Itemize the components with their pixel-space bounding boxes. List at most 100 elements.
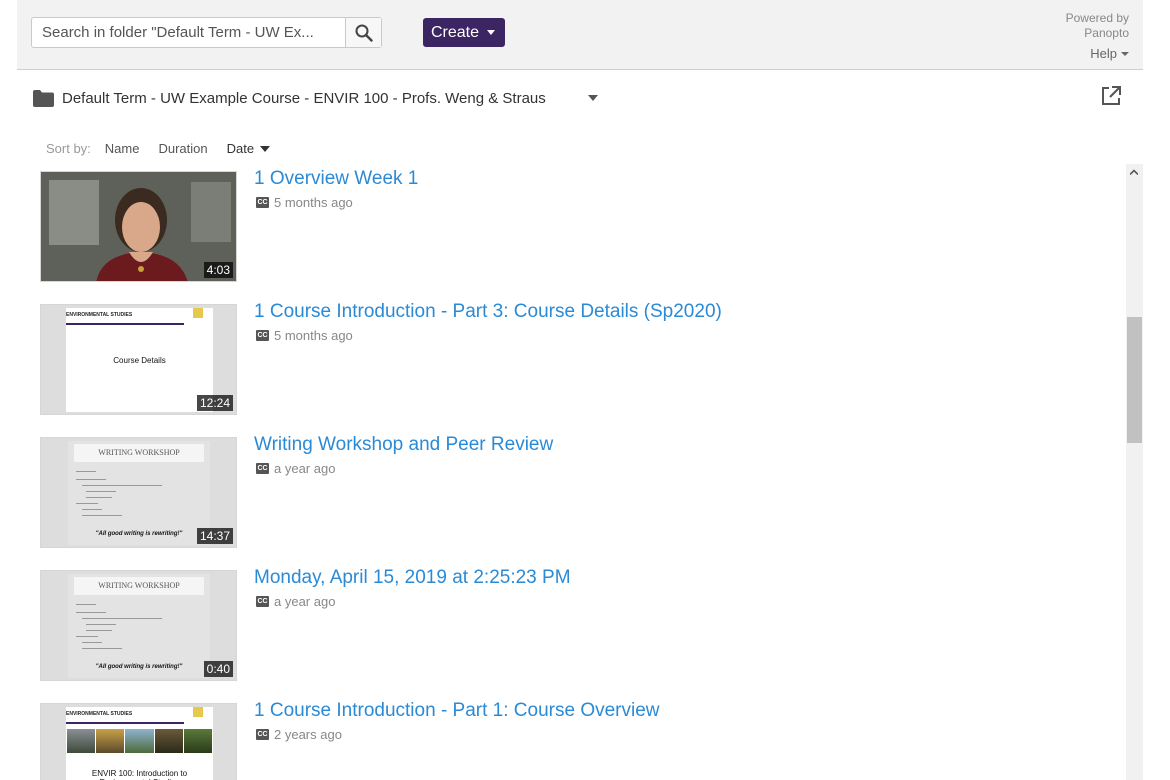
slide-line xyxy=(76,479,106,480)
slide-line xyxy=(76,471,96,472)
session-thumbnail[interactable]: ENVIRONMENTAL STUDIES Course Details 12:… xyxy=(40,304,237,415)
sort-date-label: Date xyxy=(226,141,255,156)
scroll-up-arrow-icon[interactable] xyxy=(1130,169,1138,175)
slide-image: WRITING WORKSHOP "All good writing is re… xyxy=(68,574,210,678)
slide-line xyxy=(82,648,122,649)
captions-icon: CC xyxy=(256,197,269,208)
slide-rule xyxy=(66,722,184,724)
slide-quote: "All good writing is rewriting!" xyxy=(95,531,183,537)
session-thumbnail[interactable]: 4:03 xyxy=(40,171,237,282)
slide-header: WRITING WORKSHOP xyxy=(74,444,204,462)
session-meta: CC 5 months ago xyxy=(256,195,353,210)
list-item: 4:03 1 Overview Week 1 CC 5 months ago xyxy=(40,164,1126,282)
folder-icon xyxy=(33,89,54,107)
slide-text: Course Details xyxy=(113,356,166,365)
session-age: a year ago xyxy=(274,594,336,609)
create-button[interactable]: Create xyxy=(423,18,505,47)
photo-strip xyxy=(67,729,213,753)
list-item: ENVIRONMENTAL STUDIES Course Details 12:… xyxy=(40,297,1126,415)
sort-date[interactable]: Date xyxy=(226,141,271,156)
list-item: WRITING WORKSHOP "All good writing is re… xyxy=(40,430,1126,548)
slide-line xyxy=(82,485,162,486)
session-thumbnail[interactable]: ENVIRONMENTAL STUDIES ENVIR 100: Introdu… xyxy=(40,703,237,780)
slide-line xyxy=(76,503,98,504)
slide-text: ENVIR 100: Introduction to Environmental… xyxy=(91,769,188,780)
photo xyxy=(154,729,183,753)
photo xyxy=(183,729,213,753)
session-title-link[interactable]: Writing Workshop and Peer Review xyxy=(254,434,553,456)
slide-header: WRITING WORKSHOP xyxy=(74,577,204,595)
duration-badge: 12:24 xyxy=(196,395,233,411)
powered-by: Powered by Panopto xyxy=(1066,11,1129,41)
search-button[interactable] xyxy=(345,18,381,47)
session-thumbnail[interactable]: WRITING WORKSHOP "All good writing is re… xyxy=(40,437,237,548)
help-menu[interactable]: Help xyxy=(1090,46,1129,61)
sort-descending-icon xyxy=(260,145,271,152)
chevron-down-icon xyxy=(487,30,495,35)
slide-line xyxy=(86,624,116,625)
session-meta: CC a year ago xyxy=(256,461,335,476)
session-title-link[interactable]: Monday, April 15, 2019 at 2:25:23 PM xyxy=(254,567,571,589)
top-toolbar: Create Powered by Panopto Help xyxy=(17,0,1143,70)
slide-line xyxy=(82,515,122,516)
session-thumbnail[interactable]: WRITING WORKSHOP "All good writing is re… xyxy=(40,570,237,681)
sort-name[interactable]: Name xyxy=(105,141,140,156)
session-age: a year ago xyxy=(274,461,336,476)
session-title-link[interactable]: 1 Course Introduction - Part 3: Course D… xyxy=(254,301,722,323)
duration-badge: 4:03 xyxy=(203,262,233,278)
duration-badge: 0:40 xyxy=(203,661,233,677)
captions-icon: CC xyxy=(256,463,269,474)
uw-logo-icon xyxy=(193,308,203,318)
captions-icon: CC xyxy=(256,729,269,740)
session-age: 5 months ago xyxy=(274,328,353,343)
session-meta: CC 2 years ago xyxy=(256,727,342,742)
slide-line xyxy=(86,497,112,498)
slide-line xyxy=(82,642,102,643)
captions-icon: CC xyxy=(256,330,269,341)
slide-rule xyxy=(66,323,184,325)
session-list: 4:03 1 Overview Week 1 CC 5 months ago E… xyxy=(40,164,1126,780)
slide-line xyxy=(82,618,162,619)
list-item: WRITING WORKSHOP "All good writing is re… xyxy=(40,563,1126,681)
photo xyxy=(96,729,125,753)
search-box xyxy=(31,17,382,48)
help-label: Help xyxy=(1090,46,1117,61)
slide-image: ENVIRONMENTAL STUDIES ENVIR 100: Introdu… xyxy=(66,707,213,780)
slide-line xyxy=(86,491,116,492)
slide-line xyxy=(82,509,102,510)
sort-duration[interactable]: Duration xyxy=(158,141,207,156)
scrollbar-thumb[interactable] xyxy=(1127,317,1142,443)
session-meta: CC 5 months ago xyxy=(256,328,353,343)
create-label: Create xyxy=(431,23,480,41)
chevron-down-icon xyxy=(1121,51,1129,56)
slide-quote: "All good writing is rewriting!" xyxy=(95,664,183,670)
photo xyxy=(67,729,96,753)
list-item: ENVIRONMENTAL STUDIES ENVIR 100: Introdu… xyxy=(40,696,1126,780)
slide-image: WRITING WORKSHOP "All good writing is re… xyxy=(68,441,210,545)
search-icon xyxy=(355,24,373,42)
photo xyxy=(125,729,154,753)
open-in-new-window-icon[interactable] xyxy=(1100,85,1122,107)
session-age: 5 months ago xyxy=(274,195,353,210)
slide-line xyxy=(76,636,98,637)
session-age: 2 years ago xyxy=(274,727,342,742)
search-input[interactable] xyxy=(32,18,348,47)
slide-image: ENVIRONMENTAL STUDIES Course Details xyxy=(66,308,213,412)
powered-by-line1: Powered by xyxy=(1065,11,1129,25)
captions-icon: CC xyxy=(256,596,269,607)
powered-by-line2: Panopto xyxy=(1084,26,1129,40)
session-title-link[interactable]: 1 Overview Week 1 xyxy=(254,168,418,190)
slide-line xyxy=(76,612,106,613)
session-meta: CC a year ago xyxy=(256,594,335,609)
scrollbar[interactable] xyxy=(1126,164,1143,780)
uw-logo-icon xyxy=(193,707,203,717)
slide-line xyxy=(76,604,96,605)
sort-label: Sort by: xyxy=(46,141,91,156)
folder-dropdown-icon[interactable] xyxy=(588,95,598,101)
sort-bar: Sort by: Name Duration Date xyxy=(46,141,271,156)
session-title-link[interactable]: 1 Course Introduction - Part 1: Course O… xyxy=(254,700,660,722)
slide-line xyxy=(86,630,112,631)
duration-badge: 14:37 xyxy=(196,528,233,544)
folder-title: Default Term - UW Example Course - ENVIR… xyxy=(62,89,546,107)
folder-header: Default Term - UW Example Course - ENVIR… xyxy=(33,86,546,110)
